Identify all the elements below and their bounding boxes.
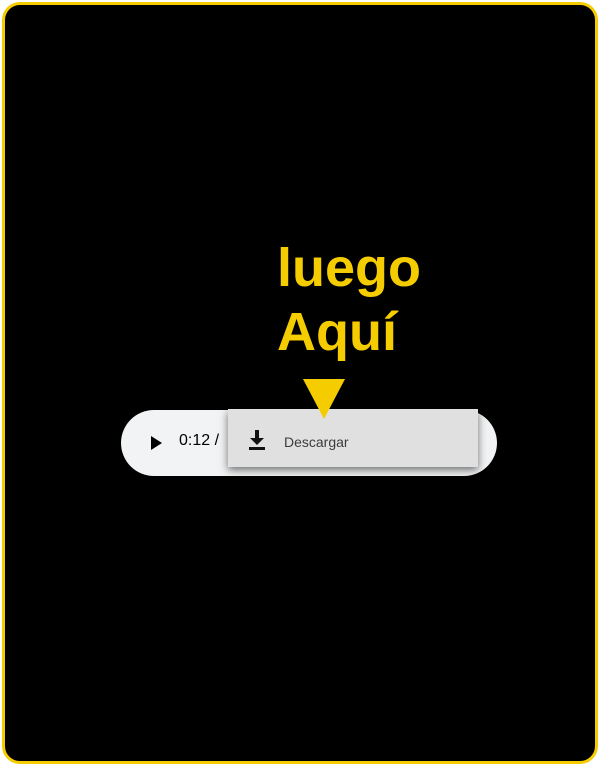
- instruction-line-2: Aquí: [277, 302, 397, 362]
- download-label: Descargar: [284, 434, 349, 450]
- time-display: 0:12 /: [179, 432, 220, 449]
- context-menu: Descargar: [228, 409, 478, 467]
- download-menu-item[interactable]: Descargar: [228, 409, 478, 467]
- screenshot-frame: luego Aquí 0:12 / Descargar: [2, 2, 598, 764]
- instruction-line-1: luego: [277, 238, 421, 298]
- download-icon: [249, 430, 265, 450]
- pointer-arrow-icon: [303, 379, 345, 419]
- play-button[interactable]: [147, 433, 163, 453]
- play-icon: [151, 436, 162, 450]
